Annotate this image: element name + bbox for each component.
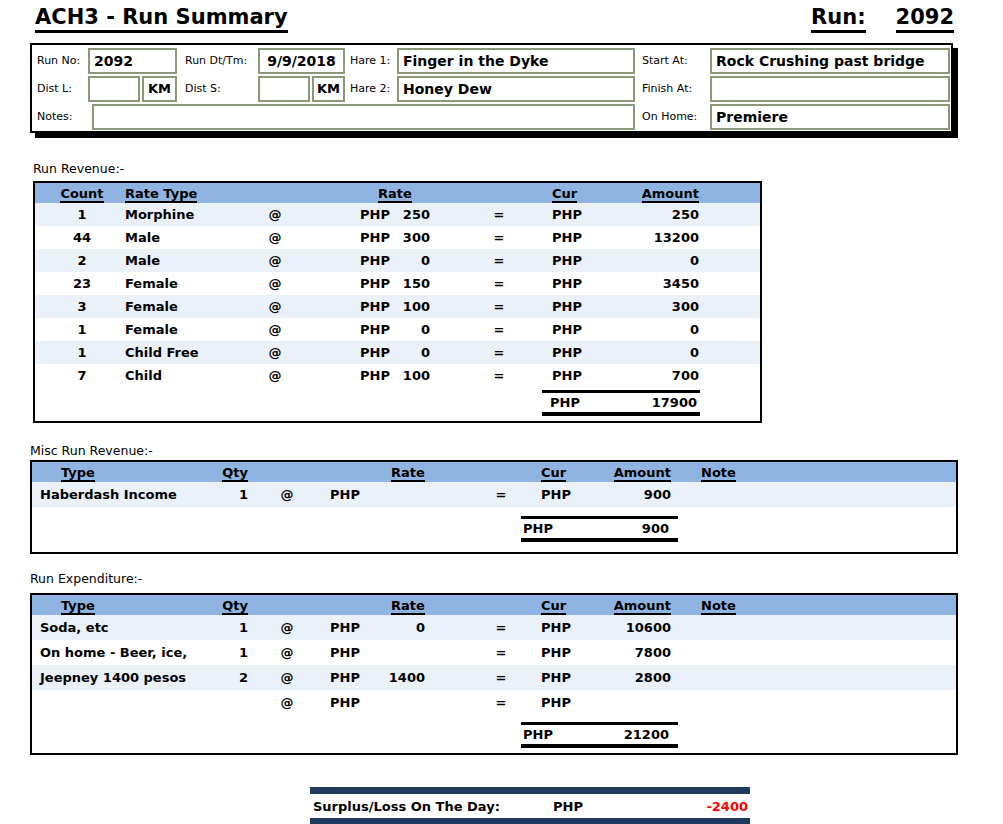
run-number-header: Run: 2092: [811, 5, 954, 33]
surplus-bottom-bar: [310, 818, 750, 824]
revenue-row: 23Female@PHP150=PHP3450: [35, 272, 760, 295]
run-info-panel: Run No: 2092 Run Dt/Tm: 9/9/2018 Hare 1:…: [30, 43, 953, 133]
dist-l-field[interactable]: [88, 76, 140, 102]
run-no-field[interactable]: 2092: [88, 48, 177, 74]
misc-row: Haberdash Income1@PHP=PHP900: [32, 482, 956, 507]
dist-s-field[interactable]: [258, 76, 310, 102]
surplus-currency: PHP: [553, 799, 583, 814]
surplus-summary: Surplus/Loss On The Day: PHP -2400: [310, 787, 750, 824]
revenue-row: 1Morphine@PHP250=PHP250: [35, 203, 760, 226]
run-no-label: Run No:: [37, 48, 80, 74]
expenditure-table: Type Qty Rate Cur Amount Note Soda, etc1…: [30, 593, 958, 755]
run-label: Run:: [811, 5, 865, 33]
hare2-field[interactable]: Honey Dew: [397, 76, 635, 102]
dist-l-unit: KM: [142, 76, 177, 102]
dist-l-label: Dist L:: [37, 76, 72, 102]
revenue-row: 7Child@PHP100=PHP700: [35, 364, 760, 387]
notes-label: Notes:: [37, 104, 72, 130]
misc-total: PHP900: [521, 516, 678, 542]
hare2-label: Hare 2:: [350, 76, 390, 102]
revenue-row: 3Female@PHP100=PHP300: [35, 295, 760, 318]
revenue-total: PHP17900: [542, 390, 700, 416]
surplus-top-bar: [310, 787, 750, 794]
start-at-label: Start At:: [642, 48, 688, 74]
page-title: ACH3 - Run Summary: [35, 5, 288, 33]
notes-field[interactable]: [92, 104, 635, 130]
expenditure-total: PHP21200: [521, 722, 678, 748]
expenditure-row: Soda, etc1@PHP0=PHP10600: [32, 615, 956, 640]
run-number: 2092: [896, 5, 954, 33]
surplus-amount: -2400: [706, 799, 748, 814]
run-dttm-field[interactable]: 9/9/2018: [258, 48, 345, 74]
expenditure-section-label: Run Expenditure:-: [30, 571, 142, 586]
misc-revenue-table: Type Qty Rate Cur Amount Note Haberdash …: [30, 460, 958, 554]
revenue-section-label: Run Revenue:-: [33, 161, 124, 176]
misc-section-label: Misc Run Revenue:-: [30, 443, 153, 458]
on-home-field[interactable]: Premiere: [710, 104, 950, 130]
expenditure-table-header: Type Qty Rate Cur Amount Note: [32, 595, 956, 615]
revenue-row: 1Female@PHP0=PHP0: [35, 318, 760, 341]
misc-table-header: Type Qty Rate Cur Amount Note: [32, 462, 956, 482]
run-dttm-label: Run Dt/Tm:: [185, 48, 247, 74]
hare1-label: Hare 1:: [350, 48, 390, 74]
on-home-label: On Home:: [642, 104, 697, 130]
surplus-label: Surplus/Loss On The Day:: [313, 799, 500, 814]
expenditure-row: On home - Beer, ice,1@PHP=PHP7800: [32, 640, 956, 665]
revenue-row: 2Male@PHP0=PHP0: [35, 249, 760, 272]
revenue-row: 1Child Free@PHP0=PHP0: [35, 341, 760, 364]
revenue-table-header: Count Rate Type Rate Cur Amount: [35, 183, 760, 203]
expenditure-row: Jeepney 1400 pesos2@PHP1400=PHP2800: [32, 665, 956, 690]
finish-at-field[interactable]: [710, 76, 950, 102]
revenue-row: 44Male@PHP300=PHP13200: [35, 226, 760, 249]
dist-s-label: Dist S:: [185, 76, 221, 102]
dist-s-unit: KM: [312, 76, 345, 102]
revenue-table: Count Rate Type Rate Cur Amount 1Morphin…: [33, 181, 762, 423]
start-at-field[interactable]: Rock Crushing past bridge: [710, 48, 950, 74]
hare1-field[interactable]: Finger in the Dyke: [397, 48, 635, 74]
finish-at-label: Finish At:: [642, 76, 692, 102]
expenditure-row: @PHP=PHP: [32, 690, 956, 715]
